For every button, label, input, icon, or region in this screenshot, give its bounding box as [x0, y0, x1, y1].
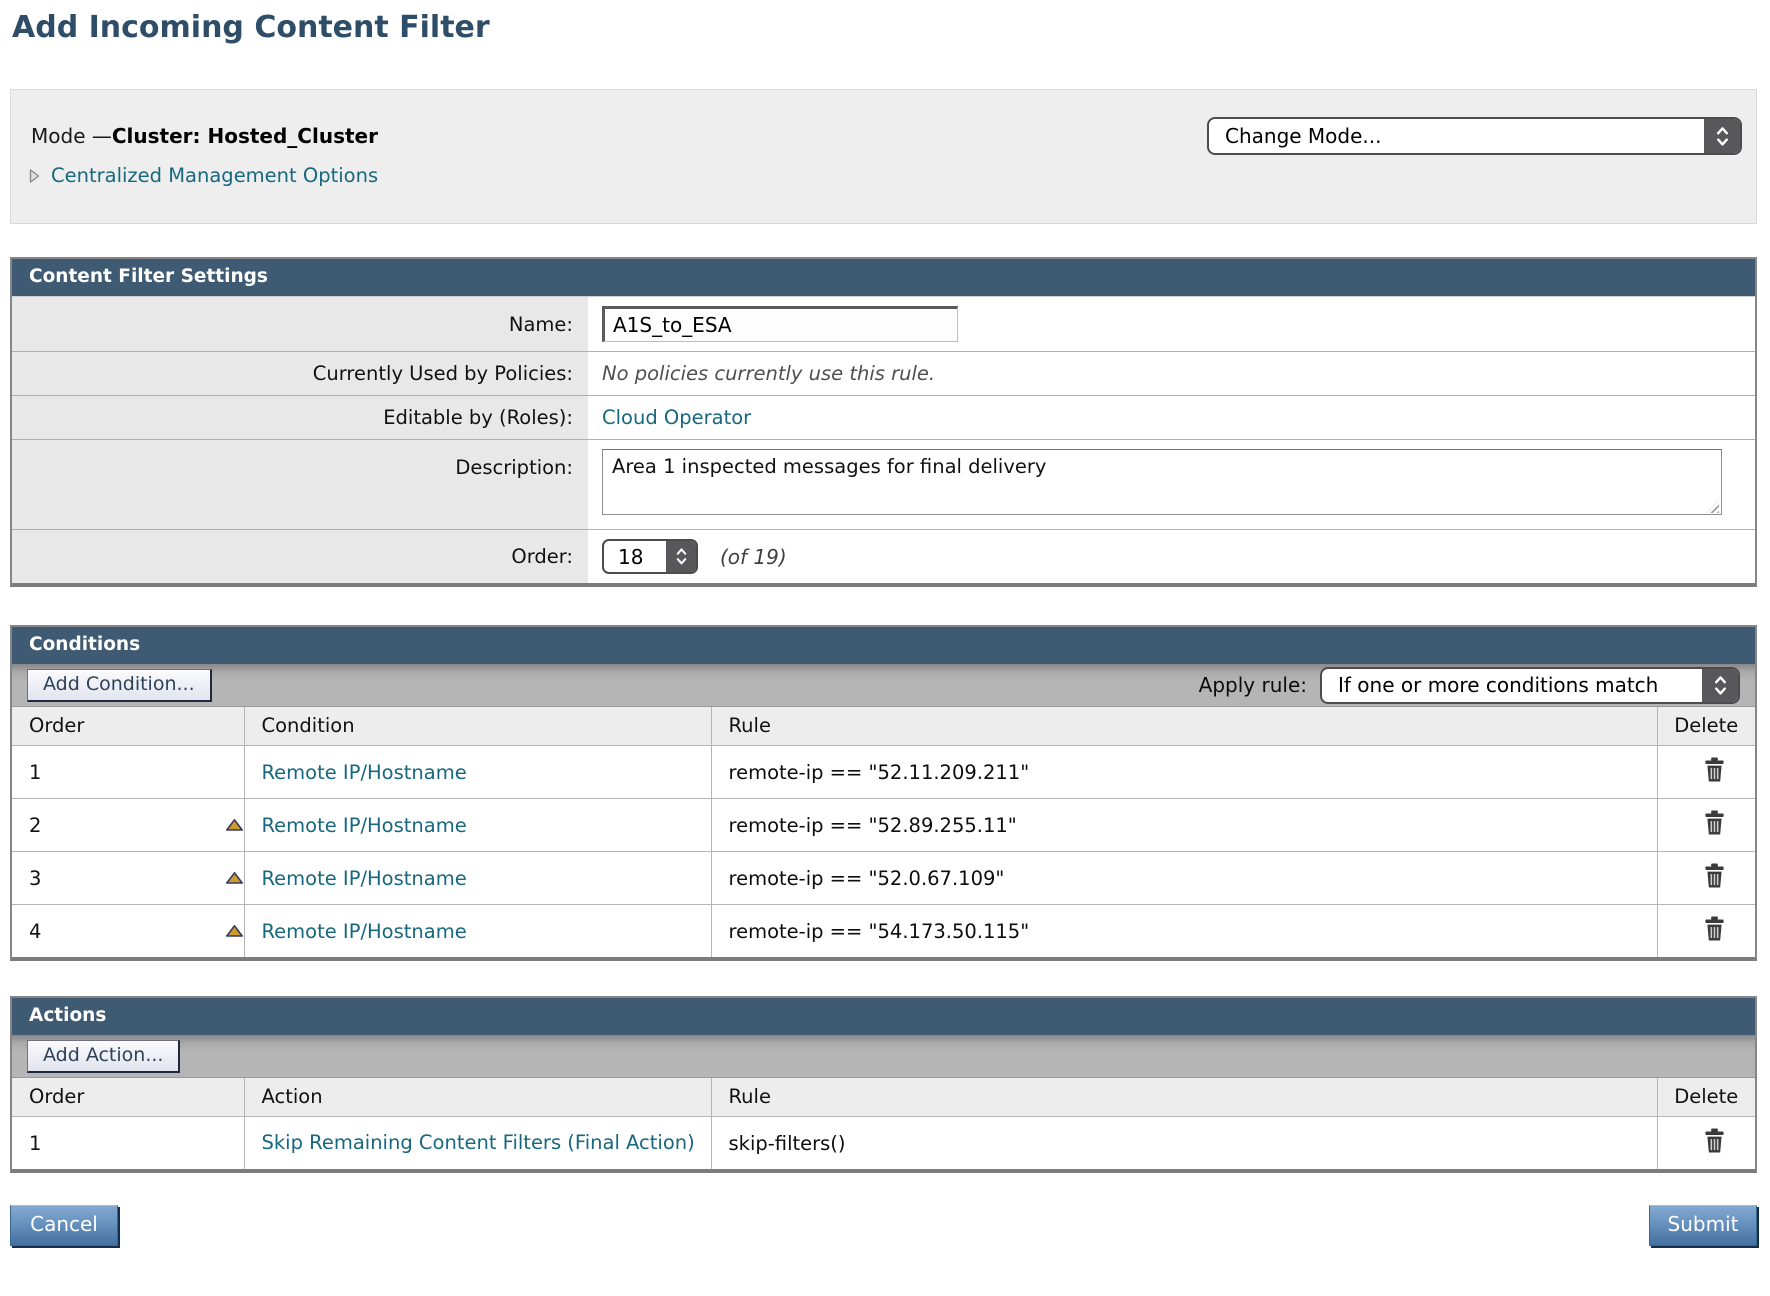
col-order: Order	[12, 1078, 244, 1117]
condition-rule: remote-ip == "54.173.50.115"	[729, 920, 1030, 943]
condition-order: 2	[29, 814, 41, 837]
condition-row: 2 Remote IP/Hostname remote-ip == "52.89…	[12, 799, 1755, 852]
content-filter-settings-table: Name: Currently Used by Policies: No pol…	[12, 296, 1755, 583]
condition-link[interactable]: Remote IP/Hostname	[262, 920, 467, 943]
condition-row: 4 Remote IP/Hostname remote-ip == "54.17…	[12, 905, 1755, 958]
order-label: Order:	[12, 530, 588, 584]
apply-rule-select-value: If one or more conditions match	[1322, 673, 1658, 697]
condition-order: 4	[29, 920, 41, 943]
move-up-arrow-icon[interactable]	[225, 871, 244, 885]
mode-value: Cluster: Hosted_Cluster	[112, 124, 378, 148]
condition-row: 3 Remote IP/Hostname remote-ip == "52.0.…	[12, 852, 1755, 905]
name-label: Name:	[12, 297, 588, 352]
col-rule: Rule	[711, 1078, 1657, 1117]
apply-rule-label: Apply rule:	[1199, 673, 1307, 697]
col-delete: Delete	[1657, 1078, 1755, 1117]
conditions-header: Conditions	[12, 627, 1755, 664]
cloud-operator-link[interactable]: Cloud Operator	[602, 406, 751, 429]
add-incoming-content-filter-page: Add Incoming Content Filter Mode —Cluste…	[0, 10, 1770, 1246]
move-up-arrow-icon[interactable]	[225, 924, 244, 938]
order-select[interactable]: 18	[602, 539, 698, 574]
trash-icon[interactable]	[1703, 1127, 1726, 1154]
select-spinner-icon	[1702, 669, 1738, 702]
disclosure-triangle-icon	[29, 168, 40, 184]
move-up-arrow-icon[interactable]	[225, 818, 244, 832]
policies-row: Currently Used by Policies: No policies …	[12, 352, 1755, 396]
actions-table: Order Action Rule Delete 1 Skip Remainin…	[12, 1078, 1755, 1169]
condition-link[interactable]: Remote IP/Hostname	[262, 814, 467, 837]
mode-row: Mode —Cluster: Hosted_Cluster Change Mod…	[25, 90, 1742, 156]
condition-rule: remote-ip == "52.89.255.11"	[729, 814, 1017, 837]
centralized-management-options-row: Centralized Management Options	[25, 164, 1742, 187]
action-row: 1 Skip Remaining Content Filters (Final …	[12, 1117, 1755, 1170]
actions-section: Actions Add Action... Order Action Rule …	[10, 996, 1757, 1173]
content-filter-settings-section: Content Filter Settings Name: Currently …	[10, 257, 1757, 587]
page-title: Add Incoming Content Filter	[12, 10, 1770, 45]
conditions-toolbar: Add Condition... Apply rule: If one or m…	[12, 664, 1755, 707]
order-total: (of 19)	[720, 545, 787, 569]
col-rule: Rule	[711, 707, 1657, 746]
footer-bar: Cancel Submit	[10, 1205, 1757, 1246]
name-input[interactable]	[602, 306, 958, 342]
change-mode-select-value: Change Mode...	[1209, 124, 1382, 148]
conditions-section: Conditions Add Condition... Apply rule: …	[10, 625, 1757, 961]
roles-label: Editable by (Roles):	[12, 396, 588, 440]
roles-row: Editable by (Roles): Cloud Operator	[12, 396, 1755, 440]
condition-link[interactable]: Remote IP/Hostname	[262, 867, 467, 890]
col-order: Order	[12, 707, 244, 746]
name-row: Name:	[12, 297, 1755, 352]
col-condition: Condition	[244, 707, 711, 746]
actions-header: Actions	[12, 998, 1755, 1035]
condition-rule: remote-ip == "52.11.209.211"	[729, 761, 1030, 784]
condition-link[interactable]: Remote IP/Hostname	[262, 761, 467, 784]
col-delete: Delete	[1657, 707, 1755, 746]
select-spinner-icon	[1704, 119, 1740, 153]
add-action-button[interactable]: Add Action...	[27, 1040, 180, 1073]
mode-panel: Mode —Cluster: Hosted_Cluster Change Mod…	[10, 89, 1757, 224]
trash-icon[interactable]	[1703, 756, 1726, 783]
content-filter-settings-header: Content Filter Settings	[12, 259, 1755, 296]
policies-label: Currently Used by Policies:	[12, 352, 588, 396]
actions-toolbar: Add Action...	[12, 1035, 1755, 1078]
trash-icon[interactable]	[1703, 809, 1726, 836]
policies-value: No policies currently use this rule.	[602, 362, 935, 385]
mode-text: Mode —Cluster: Hosted_Cluster	[25, 124, 378, 148]
conditions-table: Order Condition Rule Delete 1 Remote IP/…	[12, 707, 1755, 957]
condition-order: 3	[29, 867, 41, 890]
select-spinner-icon	[666, 541, 696, 572]
condition-rule: remote-ip == "52.0.67.109"	[729, 867, 1005, 890]
apply-rule-group: Apply rule: If one or more conditions ma…	[1199, 667, 1740, 704]
conditions-table-header-row: Order Condition Rule Delete	[12, 707, 1755, 746]
trash-icon[interactable]	[1703, 862, 1726, 889]
mode-label: Mode —	[31, 124, 112, 148]
description-textarea[interactable]: Area 1 inspected messages for final deli…	[602, 449, 1722, 515]
action-order: 1	[29, 1132, 41, 1155]
change-mode-select[interactable]: Change Mode...	[1207, 117, 1742, 155]
cancel-button[interactable]: Cancel	[10, 1205, 118, 1246]
centralized-management-options-link[interactable]: Centralized Management Options	[51, 164, 378, 187]
actions-table-header-row: Order Action Rule Delete	[12, 1078, 1755, 1117]
description-row: Description: Area 1 inspected messages f…	[12, 440, 1755, 530]
condition-row: 1 Remote IP/Hostname remote-ip == "52.11…	[12, 746, 1755, 799]
description-label: Description:	[12, 440, 588, 530]
col-action: Action	[244, 1078, 711, 1117]
apply-rule-select[interactable]: If one or more conditions match	[1320, 667, 1740, 704]
submit-button[interactable]: Submit	[1649, 1205, 1757, 1246]
add-condition-button[interactable]: Add Condition...	[27, 669, 212, 702]
condition-order: 1	[29, 761, 41, 784]
order-select-value: 18	[604, 545, 643, 569]
action-link[interactable]: Skip Remaining Content Filters (Final Ac…	[262, 1131, 695, 1154]
action-rule: skip-filters()	[729, 1132, 846, 1155]
trash-icon[interactable]	[1703, 915, 1726, 942]
order-row: Order: 18 (of 19)	[12, 530, 1755, 584]
